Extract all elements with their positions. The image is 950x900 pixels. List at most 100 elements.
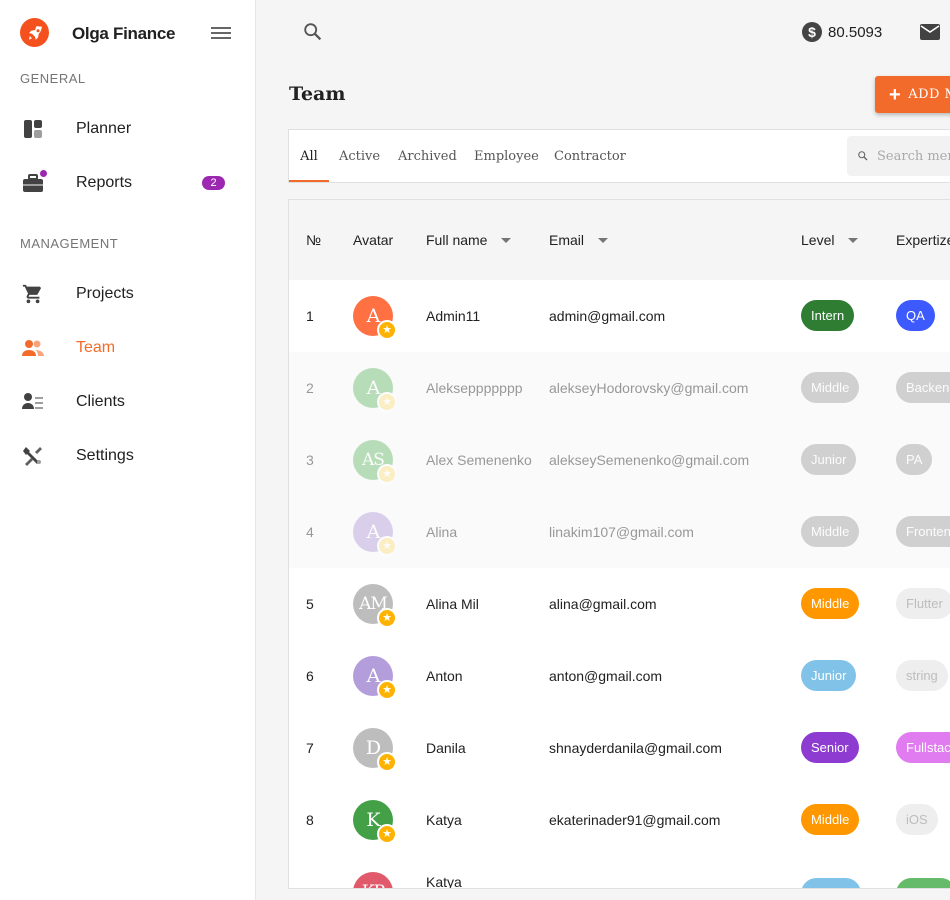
level-badge[interactable]: Middle bbox=[801, 804, 860, 835]
email: alekseySemenenko@gmail.com bbox=[549, 452, 750, 468]
balance-display: $ 80.5093 bbox=[802, 22, 882, 42]
avatar[interactable]: K ★ bbox=[353, 800, 397, 844]
expertise-badge[interactable]: Fullstack bbox=[896, 732, 950, 763]
avatar[interactable]: A ★ bbox=[353, 296, 397, 340]
expertise-badge[interactable]: PA bbox=[896, 444, 933, 475]
level-badge[interactable]: Middle bbox=[801, 516, 860, 547]
table-row[interactable]: KP Katya bbox=[289, 856, 950, 888]
sidebar-item-planner[interactable]: Planner bbox=[0, 107, 255, 151]
team-table: № Avatar Full name Email Level Expertize… bbox=[288, 199, 950, 889]
column-full-name[interactable]: Full name bbox=[426, 232, 512, 248]
expertise-badge[interactable] bbox=[896, 878, 950, 888]
avatar[interactable]: AS ★ bbox=[353, 440, 397, 484]
level-badge[interactable]: Junior bbox=[801, 444, 857, 475]
row-number: 5 bbox=[306, 596, 314, 612]
contacts-icon bbox=[22, 391, 44, 413]
sidebar-item-projects[interactable]: Projects bbox=[0, 272, 255, 316]
table-row[interactable]: 5 AM ★ Alina Mil alina@gmail.com Middle … bbox=[289, 568, 950, 640]
table-row[interactable]: 1 A ★ Admin11 admin@gmail.com Intern QA bbox=[289, 280, 950, 352]
sidebar-item-label: Projects bbox=[76, 285, 134, 302]
sidebar-item-clients[interactable]: Clients bbox=[0, 380, 255, 424]
hamburger-menu-icon[interactable] bbox=[211, 27, 231, 41]
column-avatar: Avatar bbox=[353, 232, 394, 248]
star-icon: ★ bbox=[377, 608, 397, 628]
full-name: Danila bbox=[426, 740, 466, 756]
section-label-general: GENERAL bbox=[20, 71, 86, 86]
star-icon: ★ bbox=[377, 464, 397, 484]
table-row[interactable]: 4 A ★ Alina linakim107@gmail.com Middle … bbox=[289, 496, 950, 568]
level-badge[interactable]: Middle bbox=[801, 588, 860, 619]
search-icon bbox=[858, 151, 868, 161]
tab-active[interactable]: Active bbox=[339, 130, 380, 182]
avatar[interactable]: AM ★ bbox=[353, 584, 397, 628]
tab-all[interactable]: All bbox=[289, 130, 329, 182]
mail-icon[interactable] bbox=[920, 24, 940, 40]
sidebar-item-settings[interactable]: Settings bbox=[0, 434, 255, 478]
expertise-badge[interactable]: QA bbox=[896, 300, 935, 331]
avatar[interactable]: A ★ bbox=[353, 656, 397, 700]
people-icon bbox=[22, 337, 44, 359]
full-name: Katya bbox=[426, 874, 462, 889]
column-number: № bbox=[306, 232, 322, 248]
notification-dot bbox=[40, 170, 47, 177]
avatar[interactable]: A ★ bbox=[353, 368, 397, 412]
row-number: 7 bbox=[306, 740, 314, 756]
reports-badge: 2 bbox=[202, 176, 225, 190]
member-search[interactable] bbox=[847, 136, 950, 176]
dollar-icon: $ bbox=[802, 22, 822, 42]
tab-archived[interactable]: Archived bbox=[398, 130, 457, 182]
top-bar: $ 80.5093 bbox=[256, 0, 950, 64]
table-row[interactable]: 2 A ★ Alekseppppppp alekseyHodorovsky@gm… bbox=[289, 352, 950, 424]
expertise-badge[interactable]: Backend bbox=[896, 372, 950, 403]
sidebar-item-reports[interactable]: Reports 2 bbox=[0, 161, 255, 205]
expertise-badge[interactable]: Frontend bbox=[896, 516, 950, 547]
full-name: Admin11 bbox=[426, 308, 481, 324]
sort-caret-icon[interactable] bbox=[598, 237, 609, 243]
table-row[interactable]: 3 AS ★ Alex Semenenko alekseySemenenko@g… bbox=[289, 424, 950, 496]
email: linakim107@gmail.com bbox=[549, 524, 694, 540]
sidebar-item-label: Reports bbox=[76, 174, 133, 191]
star-icon: ★ bbox=[377, 680, 397, 700]
sidebar-item-label: Team bbox=[76, 339, 116, 356]
search-icon[interactable] bbox=[302, 21, 324, 43]
add-member-button[interactable]: + ADD MEMBER bbox=[875, 76, 950, 113]
tab-contractor[interactable]: Contractor bbox=[554, 130, 626, 182]
expertise-badge[interactable]: iOS bbox=[896, 804, 938, 835]
expertise-badge[interactable]: string bbox=[896, 660, 948, 691]
level-badge[interactable]: Junior bbox=[801, 660, 857, 691]
full-name: Alekseppppppp bbox=[426, 380, 523, 396]
row-number: 3 bbox=[306, 452, 314, 468]
add-member-label: ADD MEMBER bbox=[908, 87, 950, 102]
email: alekseyHodorovsky@gmail.com bbox=[549, 380, 749, 396]
table-row[interactable]: 6 A ★ Anton anton@gmail.com Junior strin… bbox=[289, 640, 950, 712]
sort-caret-icon[interactable] bbox=[848, 237, 859, 243]
row-number: 6 bbox=[306, 668, 314, 684]
sort-caret-icon[interactable] bbox=[501, 237, 512, 243]
table-row[interactable]: 7 D ★ Danila shnayderdanila@gmail.com Se… bbox=[289, 712, 950, 784]
level-badge[interactable]: Middle bbox=[801, 372, 860, 403]
row-number: 2 bbox=[306, 380, 314, 396]
level-badge[interactable]: Senior bbox=[801, 732, 859, 763]
avatar[interactable]: KP bbox=[353, 872, 393, 888]
email: ekaterinader91@gmail.com bbox=[549, 812, 721, 828]
sidebar-item-team[interactable]: Team bbox=[0, 326, 255, 370]
email: anton@gmail.com bbox=[549, 668, 663, 684]
search-input[interactable] bbox=[877, 148, 950, 164]
column-label: Email bbox=[549, 232, 585, 248]
sidebar: Olga Finance GENERAL Planner Reports 2 M… bbox=[0, 0, 256, 900]
column-level[interactable]: Level bbox=[801, 232, 859, 248]
level-badge[interactable]: Intern bbox=[801, 300, 855, 331]
column-email[interactable]: Email bbox=[549, 232, 609, 248]
level-badge[interactable] bbox=[801, 878, 861, 888]
expertise-badge[interactable]: Flutter bbox=[896, 588, 950, 619]
plus-icon: + bbox=[889, 83, 902, 106]
star-icon: ★ bbox=[377, 536, 397, 556]
full-name: Anton bbox=[426, 668, 463, 684]
tab-employee[interactable]: Employee bbox=[474, 130, 539, 182]
sidebar-item-label: Settings bbox=[76, 447, 134, 464]
avatar[interactable]: D ★ bbox=[353, 728, 397, 772]
brand[interactable]: Olga Finance bbox=[20, 18, 175, 47]
table-row[interactable]: 8 K ★ Katya ekaterinader91@gmail.com Mid… bbox=[289, 784, 950, 856]
row-number: 4 bbox=[306, 524, 314, 540]
avatar[interactable]: A ★ bbox=[353, 512, 397, 556]
